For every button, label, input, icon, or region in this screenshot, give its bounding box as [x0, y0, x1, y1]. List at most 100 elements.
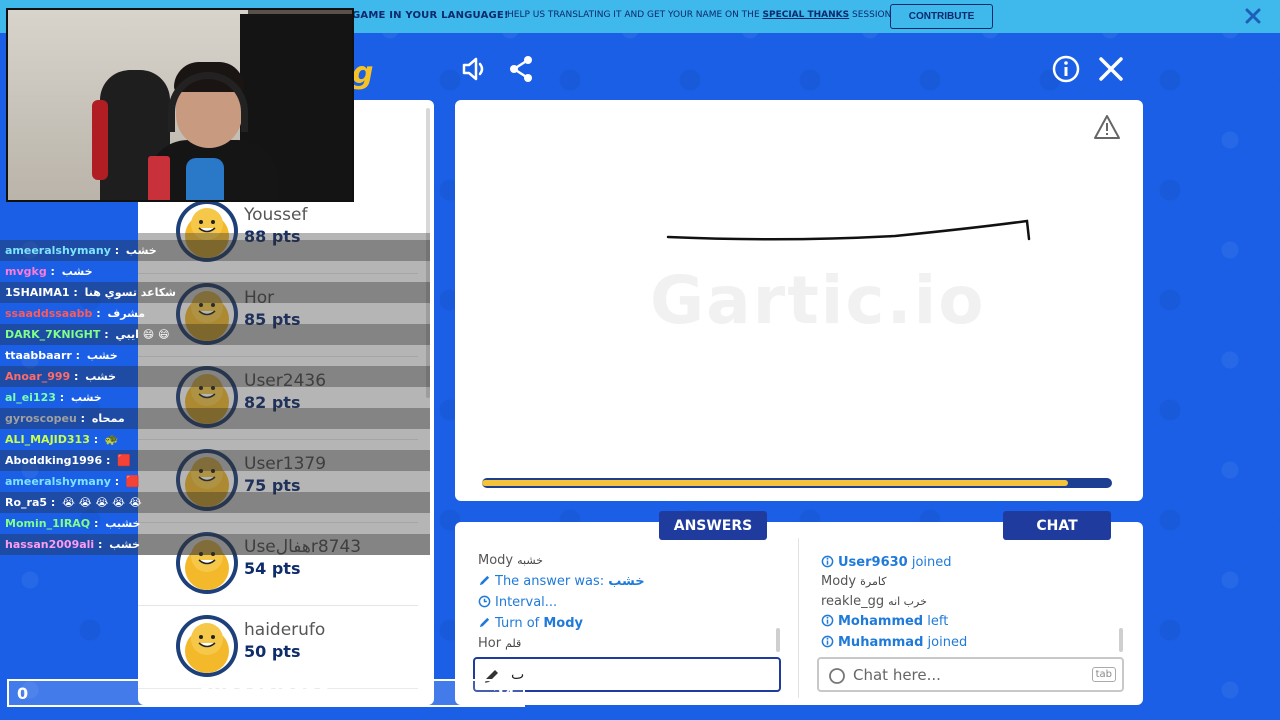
webcam-cup — [148, 156, 170, 200]
message-user: User9630 — [838, 555, 908, 570]
stream-chat-message: 🟥 — [125, 475, 140, 488]
pencil-icon — [479, 575, 490, 586]
message-text: كامرة — [860, 575, 887, 588]
stream-chat-row: ameeralshymany : 🟥 — [0, 471, 430, 492]
drawing-canvas[interactable]: Gartic.io — [455, 100, 1143, 501]
stream-chat-user: DARK_7KNIGHT — [5, 328, 101, 341]
stream-chat-user: ALI_MAJID313 — [5, 433, 90, 446]
tab-hint: tab — [1091, 667, 1116, 682]
contribute-button[interactable]: CONTRIBUTE — [890, 4, 993, 29]
message-text: خرب انه — [888, 595, 927, 608]
stream-chat-message: خشب — [70, 391, 102, 404]
banner-text-post: SESSION — [849, 10, 892, 20]
subscribers-bar: 0 SUBSCRIBERS 24 — [7, 679, 525, 707]
chat-bubble-icon — [829, 668, 845, 684]
stream-chat-user: Momin_1IRAQ — [5, 517, 91, 530]
share-icon[interactable] — [506, 54, 536, 84]
stream-chat-user: 1SHAIMA1 — [5, 286, 70, 299]
answer-message: Hor قلم — [478, 636, 521, 651]
stream-chat-message: خشب — [61, 265, 93, 278]
stream-chat-message: 😭 😭 😭 😭 😭 — [62, 496, 142, 509]
info-icon — [821, 614, 834, 627]
sound-icon[interactable] — [460, 54, 490, 84]
stream-chat-message: 🐢 — [104, 433, 119, 446]
logo-fragment: g — [352, 56, 374, 91]
banner-close-icon[interactable] — [1245, 8, 1261, 24]
stream-chat-user: ttaabbaarr — [5, 349, 72, 362]
stream-chat-separator: : — [90, 517, 103, 530]
stream-chat-row: ssaaddssaabb : مشرف — [0, 303, 430, 324]
message-prefix: The answer was: — [495, 574, 609, 589]
stream-chat-row: Ro_ra5 : 😭 😭 😭 😭 😭 — [0, 492, 430, 513]
stream-chat-row: gyroscopeu : ممحاه — [0, 408, 430, 429]
stream-chat-row: ttaabbaarr : خشب — [0, 345, 430, 366]
stream-chat-separator: : — [46, 265, 59, 278]
stream-chat-message: ممحاه — [91, 412, 125, 425]
stream-chat-user: Anoar_999 — [5, 370, 71, 383]
stream-chat-user: hassan2009ali — [5, 538, 95, 551]
stream-chat-row: Momin_1IRAQ : خشبب — [0, 513, 430, 534]
message-text: خشبه — [517, 554, 543, 567]
info-icon — [821, 555, 834, 568]
stream-chat-separator: : — [55, 391, 68, 404]
stream-chat-separator: : — [76, 412, 89, 425]
clock-icon — [478, 595, 491, 608]
stream-chat-separator: : — [69, 286, 82, 299]
special-thanks-link[interactable]: SPECIAL THANKS — [763, 10, 850, 20]
chat-placeholder: Chat here... — [853, 666, 941, 684]
subscribers-count-right: 24 — [492, 684, 515, 703]
panel-divider — [798, 538, 799, 698]
stream-chat-row: mvgkg : خشب — [0, 261, 430, 282]
player-points: 50 pts — [244, 642, 301, 661]
stream-chat-separator: : — [70, 370, 83, 383]
banner-text: HELP US TRANSLATING IT AND GET YOUR NAME… — [507, 10, 891, 20]
banner-text-pre: HELP US TRANSLATING IT AND GET YOUR NAME… — [507, 10, 763, 20]
message-text: left — [927, 614, 949, 629]
stream-chat-user: ssaaddssaabb — [5, 307, 93, 320]
stream-chat-row: hassan2009ali : خشب — [0, 534, 430, 555]
message-user: Mody — [821, 574, 857, 589]
subscribers-count-left: 0 — [17, 684, 29, 703]
answers-scrollbar[interactable] — [776, 628, 780, 652]
banner-title: GAME IN YOUR LANGUAGE! — [352, 10, 509, 21]
exit-icon[interactable] — [1096, 54, 1126, 84]
message-user: reakle_gg — [821, 594, 885, 609]
stream-chat-message: خشب — [86, 349, 118, 362]
chat-input[interactable]: Chat here... tab — [817, 657, 1124, 692]
stream-chat-row: al_ei123 : خشب — [0, 387, 430, 408]
timer-bar — [482, 478, 1112, 488]
stream-chat-row: ALI_MAJID313 : 🐢 — [0, 429, 430, 450]
stream-chat-separator: : — [110, 244, 123, 257]
info-icon[interactable] — [1051, 54, 1081, 84]
stream-chat-user: Aboddking1996 — [5, 454, 103, 467]
stream-chat-message: 🟥 — [117, 454, 131, 467]
message-text: قلم — [505, 637, 522, 650]
timer-fill — [482, 480, 1068, 486]
tab-answers[interactable]: ANSWERS — [659, 511, 767, 540]
chat-message: Mohammed left — [821, 614, 948, 629]
stream-chat-user: ameeralshymany — [5, 244, 111, 257]
webcam-figure — [186, 158, 224, 200]
stream-chat-separator: : — [102, 454, 115, 467]
message-highlight: خشب — [608, 574, 645, 589]
info-icon — [821, 635, 834, 648]
stream-chat-separator: : — [110, 475, 123, 488]
player-row[interactable]: haiderufo 50 pts — [138, 606, 418, 689]
stream-chat-row: DARK_7KNIGHT : ايبي 😄 😄 — [0, 324, 430, 345]
message-highlight: Mody — [543, 616, 584, 631]
stream-chat-message: شكاعد تسوي هنا — [84, 286, 176, 299]
message-user: Mohammed — [838, 614, 924, 629]
stream-chat-row: ameeralshymany : خشب — [0, 240, 430, 261]
chat-scrollbar[interactable] — [1119, 628, 1123, 652]
message-text: Interval... — [495, 595, 558, 610]
stream-chat-separator: : — [94, 538, 107, 551]
stream-chat-separator: : — [47, 496, 60, 509]
message-text: joined — [927, 635, 968, 650]
stream-chat-message: خشب — [109, 538, 141, 551]
report-warning-icon[interactable] — [1093, 114, 1121, 140]
message-user: Hor — [478, 636, 502, 651]
tab-chat[interactable]: CHAT — [1003, 511, 1111, 540]
answer-message: Turn of Mody — [478, 616, 583, 631]
stream-chat-separator: : — [89, 433, 102, 446]
stream-chat-message: خشبب — [105, 517, 141, 530]
